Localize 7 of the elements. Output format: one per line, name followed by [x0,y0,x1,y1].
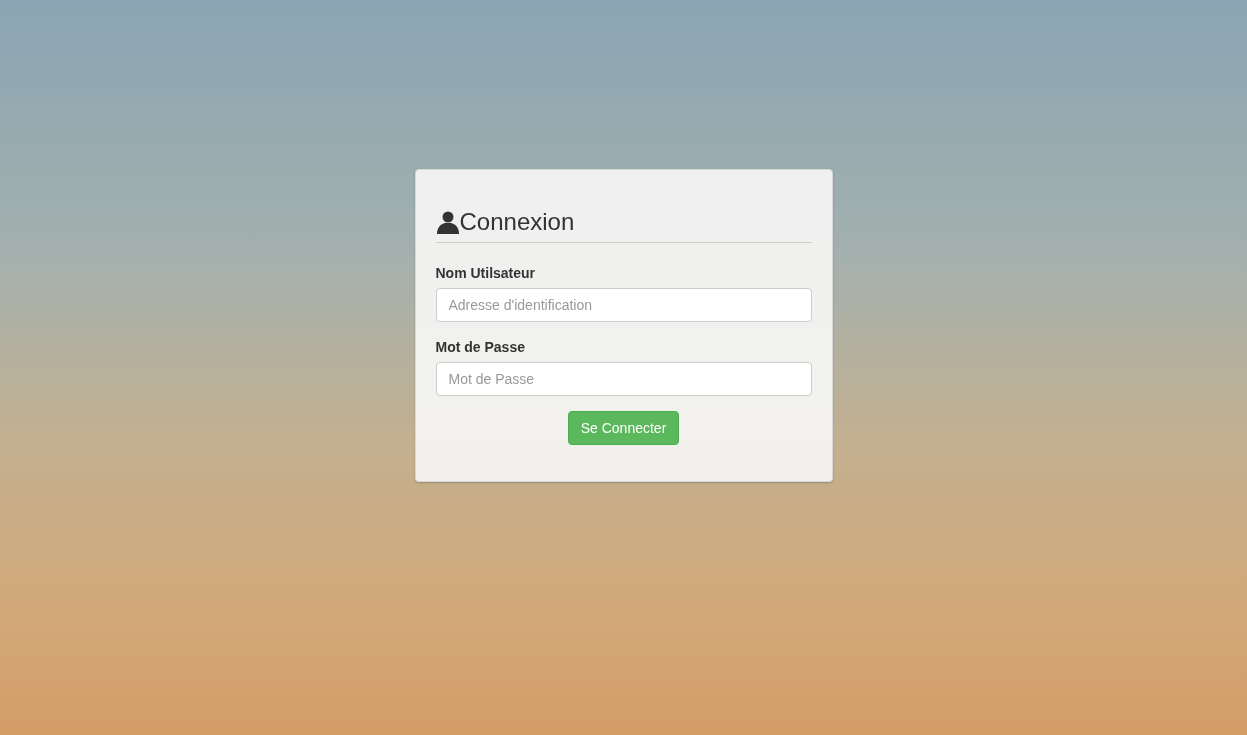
field-label: Mot de Passe [435,339,526,355]
field-label: Nom Utilsateur [435,265,537,281]
user-icon [435,210,460,234]
input-field[interactable]: Adresse d'identification [435,288,812,322]
card-title: Connexion [459,210,575,234]
input-field[interactable]: Mot de Passe [435,362,812,396]
login-button[interactable]: Se Connecter [567,411,680,445]
